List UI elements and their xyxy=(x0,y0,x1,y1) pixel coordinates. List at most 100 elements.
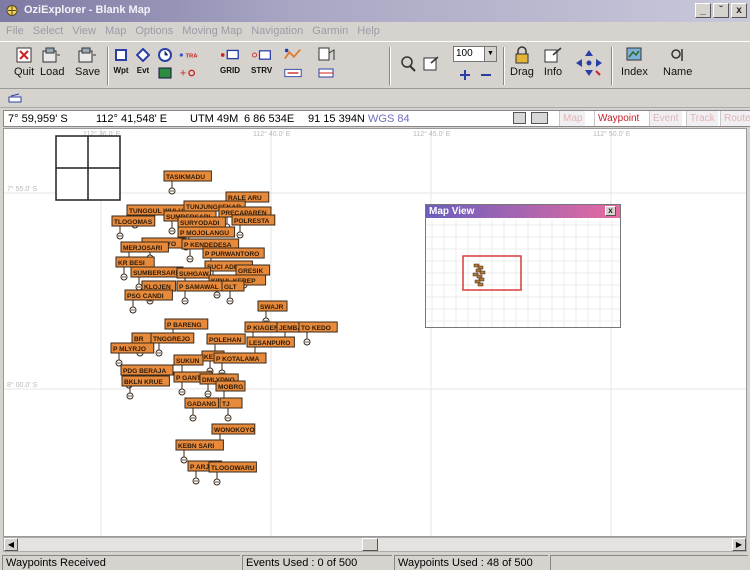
toolbar: Quit Load Save Wpt Evt TRACK xyxy=(0,41,750,89)
waypoint-label: PDG BERAJA xyxy=(123,368,166,375)
menu-navigation[interactable]: Navigation xyxy=(251,22,303,40)
menu-garmin[interactable]: Garmin xyxy=(312,22,348,40)
load-label: Load xyxy=(40,66,65,78)
waypoint-marker[interactable]: GADANG xyxy=(184,397,220,422)
waypoint-icon xyxy=(111,46,131,64)
waypoint-label: SURYODADI xyxy=(180,220,219,227)
tab-event[interactable]: Event xyxy=(649,111,682,126)
waypoint-marker[interactable]: SWAJR xyxy=(257,300,288,325)
waypoint-marker[interactable]: P MLYRJO xyxy=(110,342,155,367)
tab-map[interactable]: Map xyxy=(559,111,586,126)
name-search-button[interactable]: Name xyxy=(663,46,692,86)
thumbnail-mark xyxy=(474,279,481,284)
pen-icon[interactable] xyxy=(8,92,22,104)
waypoint-label: WONOKOYO xyxy=(214,427,255,434)
waypoint-marker[interactable]: KEBN SARI xyxy=(175,439,224,464)
waypoint-label: P PURWANTORO xyxy=(205,251,259,258)
quit-button[interactable]: Quit xyxy=(14,46,34,86)
map-canvas[interactable]: 112° 36.0' E 112° 40.0' E 112° 45.0' E 112°… xyxy=(3,128,747,537)
tab-route[interactable]: Route xyxy=(720,111,750,126)
drag-label: Drag xyxy=(510,66,534,78)
longitude-tick-label: 112° 40.0' E xyxy=(253,130,291,138)
scroll-left-icon[interactable]: ◀ xyxy=(4,538,18,551)
quit-icon xyxy=(14,46,34,64)
map-view-titlebar[interactable]: Map View x xyxy=(426,205,620,218)
toolbar-separator xyxy=(503,47,505,85)
waypoint-label: TNGGREJO xyxy=(153,336,190,343)
move-arrows-icon xyxy=(574,48,604,78)
waypoint-marker[interactable]: TASIKMADU xyxy=(163,170,212,195)
page-button[interactable] xyxy=(421,46,441,86)
close-button[interactable]: x xyxy=(731,3,747,18)
map-view-body[interactable] xyxy=(426,219,620,327)
clock-button[interactable] xyxy=(155,46,175,86)
index-icon xyxy=(624,46,644,64)
events-used: Events Used : 0 of 500 xyxy=(242,555,392,570)
waypoint-label: P MLYRJO xyxy=(113,346,146,353)
scroll-right-icon[interactable]: ▶ xyxy=(732,538,746,551)
tab-waypoint[interactable]: Waypoint xyxy=(594,111,643,126)
waypoint-label: SWAJR xyxy=(260,304,284,311)
zoom-select[interactable]: 100 ▼ xyxy=(453,46,497,62)
toolbar-separator xyxy=(611,47,613,85)
menu-moving-map[interactable]: Moving Map xyxy=(182,22,242,40)
menu-help[interactable]: Help xyxy=(357,22,380,40)
waypoint-marker[interactable]: TLOGOWARU xyxy=(208,461,257,486)
page-icon xyxy=(421,55,441,73)
thumbnail-mark xyxy=(477,282,484,287)
waypoint-label: MERJOSARI xyxy=(123,245,162,252)
save-button[interactable]: Save xyxy=(75,46,100,86)
map-view-window[interactable]: Map View x xyxy=(425,204,621,328)
track-button[interactable]: TRACK + xyxy=(178,46,198,86)
scroll-thumb[interactable] xyxy=(362,538,378,551)
waypoint-label: BKLN KRUE xyxy=(124,379,163,386)
waypoint-label: SUKUN xyxy=(176,358,200,365)
waypoint-marker[interactable]: TJ xyxy=(219,397,243,422)
strv-label: STRV xyxy=(251,66,273,75)
strv-button[interactable]: STRV xyxy=(251,46,272,86)
menu-select[interactable]: Select xyxy=(33,22,64,40)
event-icon xyxy=(133,46,153,64)
load-button[interactable]: Load xyxy=(40,46,64,86)
event-button[interactable]: Evt xyxy=(133,46,153,86)
index-button[interactable]: Index xyxy=(621,46,648,86)
easting-readout: 6 86 534E xyxy=(244,113,295,125)
move-button[interactable] xyxy=(574,42,604,82)
waypoint-marker[interactable]: TNGGREJO xyxy=(150,332,195,357)
info-button[interactable]: Info xyxy=(543,46,563,86)
maximize-button[interactable]: ̆ xyxy=(713,3,729,18)
grid-button[interactable]: GRID xyxy=(220,46,240,86)
waypoint-label: MOBRG xyxy=(218,384,243,391)
drag-button[interactable]: Drag xyxy=(510,46,534,86)
map-view-close-button[interactable]: x xyxy=(605,206,616,216)
waypoint-label: TJ xyxy=(222,401,230,408)
title-bar: OziExplorer - Blank Map _ ̆ x xyxy=(0,0,750,22)
search-button[interactable] xyxy=(398,46,418,86)
waypoint-label: GADANG xyxy=(187,401,216,408)
menu-map[interactable]: Map xyxy=(105,22,126,40)
minimize-button[interactable]: _ xyxy=(695,3,711,18)
waypoint-label: KR BESI xyxy=(118,260,145,267)
route-icon xyxy=(283,64,303,82)
waypoint-button[interactable]: Wpt xyxy=(111,46,131,86)
waypoint-label: BR xyxy=(134,336,144,343)
waypoint-label: SUMBERSARI xyxy=(133,270,177,277)
waypoint-marker[interactable]: TO KEDO xyxy=(298,321,338,346)
tab-track[interactable]: Track xyxy=(686,111,718,126)
waypoint-label: TLOGOWARU xyxy=(211,465,255,472)
map-svg: 112° 36.0' E 112° 40.0' E 112° 45.0' E 112°… xyxy=(4,129,746,536)
menu-options[interactable]: Options xyxy=(135,22,173,40)
horizontal-scrollbar[interactable]: ◀ ▶ xyxy=(3,537,747,552)
waypoint-marker[interactable]: POLRESTA xyxy=(231,214,276,239)
save-position-icon[interactable] xyxy=(531,112,548,124)
plus-icon: + xyxy=(178,64,198,82)
save-label: Save xyxy=(75,66,101,78)
waypoint-marker[interactable]: P KOTALAMA xyxy=(213,352,267,377)
secondary-toolbar xyxy=(0,90,750,108)
track-log-button[interactable] xyxy=(283,46,303,86)
menu-view[interactable]: View xyxy=(72,22,96,40)
waypoint-marker[interactable]: GLT xyxy=(221,280,245,305)
menu-file[interactable]: File xyxy=(6,22,24,40)
map-tools-button[interactable] xyxy=(316,46,336,86)
image-icon[interactable] xyxy=(513,112,526,124)
